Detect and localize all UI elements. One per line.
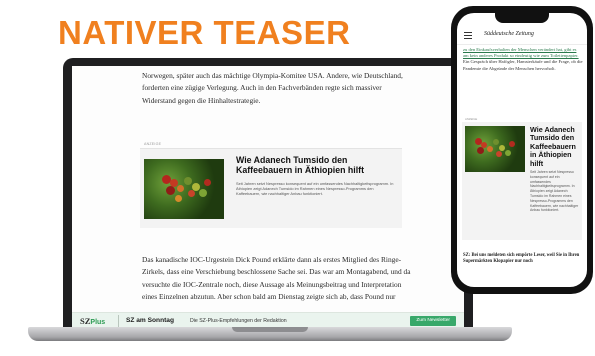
ad-label: ANZEIGE [144,142,162,146]
teaser-title[interactable]: Wie Adanech Tumsido den Kaffeebauern in … [236,155,396,175]
newsletter-button[interactable]: Zum Newsletter [410,316,456,326]
teaser-text: Seit Jahren setzt Nespresso konsequent a… [236,181,394,197]
hamburger-menu-icon[interactable] [464,32,472,40]
newspaper-logo[interactable]: Süddeutsche Zeitung [484,31,534,37]
article-paragraph: Das kanadische IOC-Urgestein Dick Pound … [142,255,411,302]
laptop-article-bottom: Das kanadische IOC-Urgestein Dick Pound … [142,254,412,304]
phone-screen: Süddeutsche Zeitung zu den Einkaufsverha… [457,13,587,287]
native-teaser[interactable]: Wie Adanech Tumsido den Kaffeebauern in … [462,122,582,240]
teaser-text: Seit Jahren setzt Nespresso konsequent a… [530,170,579,213]
headline: NATIVER TEASER [58,14,351,51]
phone-header: Süddeutsche Zeitung [457,29,587,45]
phone-article-top: zu den Einkaufsverhalten der Menschen ve… [463,47,583,72]
laptop-notch [232,327,308,332]
laptop-screen: Norwegen, später auch das mächtige Olymp… [72,66,464,328]
article-text: Ein Gespräch über Hafögler, Hamsterkäufe… [463,59,583,71]
newsletter-subtitle: Die SZ-Plus-Empfehlungen der Redaktion [190,317,287,324]
teaser-title[interactable]: Wie Adanech Tumsido den Kaffeebauern in … [530,125,580,168]
ad-label: ANZEIGE [465,117,478,121]
native-teaser[interactable]: Wie Adanech Tumsido den Kaffeebauern in … [140,148,402,228]
article-paragraph: Norwegen, später auch das mächtige Olymp… [142,71,403,105]
phone-article-bottom: SZ: Bei uns meldeten sich empörte Leser,… [463,253,580,265]
newsletter-title: SZ am Sonntag [126,317,174,324]
divider [118,315,119,327]
newsletter-bar: SZPlus SZ am Sonntag Die SZ-Plus-Empfehl… [72,312,464,328]
coffee-cherries-image[interactable] [465,126,525,172]
laptop-article-top: Norwegen, später auch das mächtige Olymp… [142,70,412,107]
article-link[interactable]: zu den Einkaufsverhalten der Menschen ve… [463,47,579,58]
coffee-cherries-image[interactable] [144,159,224,219]
sz-plus-logo: SZPlus [80,316,106,326]
phone-notch [495,13,549,23]
